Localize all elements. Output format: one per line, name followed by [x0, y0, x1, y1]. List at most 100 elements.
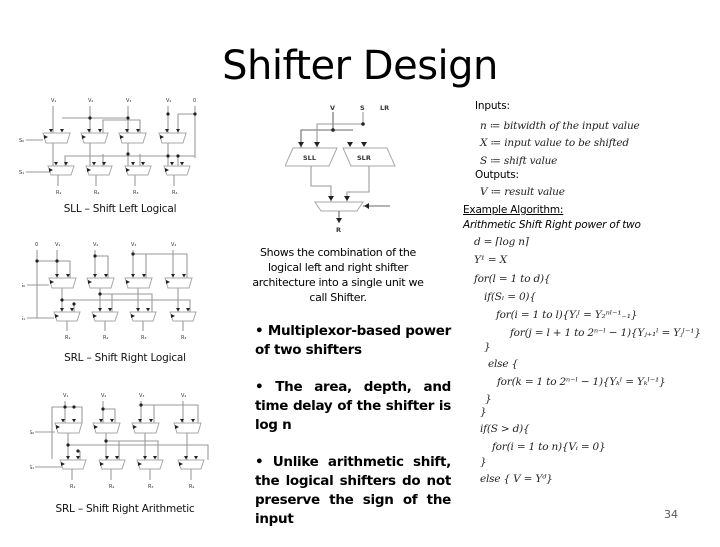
page-number: 34 — [664, 508, 678, 521]
arrow-icon — [72, 419, 76, 423]
input-label: V₃ — [139, 393, 144, 399]
mux-stage0 — [158, 132, 187, 144]
algo-line: for(i = 1 to n){Vᵢ = 0} — [492, 441, 606, 453]
input-label: V₃ — [126, 98, 131, 104]
arrow-icon — [180, 162, 184, 166]
outputs-heading: Outputs: — [475, 169, 519, 181]
arrow-icon — [104, 274, 108, 278]
arrow-icon — [92, 162, 96, 166]
mux-stage0 — [48, 277, 77, 289]
select-label: S₁ — [19, 170, 24, 176]
output-label: R₂ — [94, 190, 99, 196]
output-label: R₄ — [189, 484, 194, 490]
output-label: R₄ — [181, 335, 186, 341]
output-label: R₁ — [65, 335, 70, 341]
algo-line: } — [480, 406, 487, 418]
output-label: R₁ — [56, 190, 61, 196]
arrow-icon — [55, 274, 59, 278]
bullet-list: • Multiplexor-based power of two shifter… — [255, 322, 451, 547]
output-label: R₂ — [103, 335, 108, 341]
arrow-icon — [136, 308, 140, 312]
input-label: V₃ — [131, 242, 136, 248]
arrow-icon — [54, 162, 58, 166]
algo-line: for(i = 1 to l){Yᵢˡ = Y₂ⁿˡ⁻¹₋₁} — [496, 309, 638, 321]
input-label: V₂ — [101, 393, 106, 399]
algo-line: d = ⌈log n⌉ — [474, 236, 529, 248]
algo-line: } — [480, 456, 487, 468]
example-heading: Example Algorithm: — [463, 204, 564, 216]
arrow-icon — [110, 419, 114, 423]
mux-stage0 — [164, 277, 193, 289]
sra-caption: SRL – Shift Right Arithmetic — [55, 503, 195, 515]
select-label: S₁ — [30, 465, 34, 471]
arrow-icon — [136, 129, 140, 133]
arrow-icon — [131, 274, 135, 278]
arrow-icon — [194, 456, 198, 460]
output-r-label: R — [336, 226, 341, 234]
select-label: S₀ — [22, 283, 25, 289]
shifter-circuit: V S LR SLL SLR R — [285, 104, 396, 234]
mux-stage0 — [173, 422, 202, 434]
input-label: V₂ — [93, 242, 98, 248]
arrow-icon — [93, 274, 97, 278]
arrow-icon — [171, 274, 175, 278]
arrow-icon — [149, 419, 153, 423]
example-subtitle: Arithmetic Shift Right power of two — [463, 219, 641, 231]
input-label: V₄ — [171, 242, 176, 248]
input-def: S ≔ shift value — [480, 155, 558, 167]
arrow-icon — [115, 456, 119, 460]
arrow-icon — [142, 274, 146, 278]
sll-circuit: V₁ V₂ V₃ V₄ 0 S₀ S₁ R₁ R₂ R₃ R₄ — [19, 98, 197, 196]
bullet-item: • The area, depth, and time delay of the… — [255, 379, 451, 433]
output-mux — [314, 201, 364, 212]
input-lr-label: LR — [380, 104, 389, 112]
output-def: V ≔ result value — [480, 186, 565, 198]
mux-stage0 — [42, 132, 71, 144]
arrow-icon — [141, 162, 145, 166]
bullet-item: • Multiplexor-based power of two shifter… — [255, 323, 451, 358]
srl-circuit: 0 V₁ V₂ V₃ V₄ S₀ S₁ R₁ R₂ R₃ R₄ — [22, 242, 197, 341]
arrow-icon — [98, 308, 102, 312]
arrow-icon — [153, 456, 157, 460]
input-label: V₁ — [51, 98, 56, 104]
arrow-icon — [66, 456, 70, 460]
input-def: n ≔ bitwidth of the input value — [480, 120, 640, 132]
sra-circuit: V₁ V₂ V₃ V₄ S₀ S₁ R₁ R₂ R₃ R₄ — [30, 393, 209, 490]
output-label: R₂ — [109, 484, 114, 490]
srl-caption: SRL – Shift Right Logical — [64, 352, 186, 364]
arrow-icon — [49, 129, 53, 133]
shifter-caption: Shows the combination of the logical lef… — [252, 246, 424, 304]
arrow-icon — [76, 456, 80, 460]
shifter-diagram: V S LR SLL SLR R — [285, 98, 405, 238]
sll-caption: SLL – Shift Left Logical — [63, 203, 177, 215]
arrow-icon — [170, 162, 174, 166]
select-label: S₁ — [22, 316, 25, 322]
arrow-icon — [176, 129, 180, 133]
input-label: V₄ — [166, 98, 171, 104]
algo-line: } — [485, 393, 492, 405]
input-label: 0 — [193, 98, 196, 104]
srl-diagram: 0 V₁ V₂ V₃ V₄ S₀ S₁ R₁ R₂ R₃ R₄ — [22, 236, 222, 346]
arrow-icon — [176, 308, 180, 312]
output-label: R₃ — [148, 484, 153, 490]
sll-diagram: V₁ V₂ V₃ V₄ 0 S₀ S₁ R₁ R₂ R₃ R₄ — [18, 88, 218, 198]
arrow-icon — [98, 129, 102, 133]
inputs-heading: Inputs: — [475, 100, 510, 112]
arrow-icon — [182, 274, 186, 278]
algo-line: for(l = 1 to d){ — [474, 273, 551, 285]
select-label: S₀ — [19, 138, 24, 144]
output-label: R₄ — [172, 190, 177, 196]
output-label: R₁ — [70, 484, 75, 490]
algo-line: for(j = l + 1 to 2ⁿ⁻ˡ − 1){Yⱼ₊₁ˡ = Yⱼˡ⁻¹… — [510, 327, 701, 339]
mux-stage0 — [80, 132, 109, 144]
sll-label: SLL — [303, 154, 316, 162]
mux-stage0 — [118, 132, 147, 144]
input-s-label: S — [360, 104, 365, 112]
arrow-icon — [108, 308, 112, 312]
input-label: V₁ — [63, 393, 68, 399]
arrow-icon — [143, 456, 147, 460]
mux-stage0 — [131, 422, 160, 434]
mux-stage0 — [86, 277, 115, 289]
arrow-icon — [186, 308, 190, 312]
algo-line: Y¹ = X — [474, 254, 507, 266]
